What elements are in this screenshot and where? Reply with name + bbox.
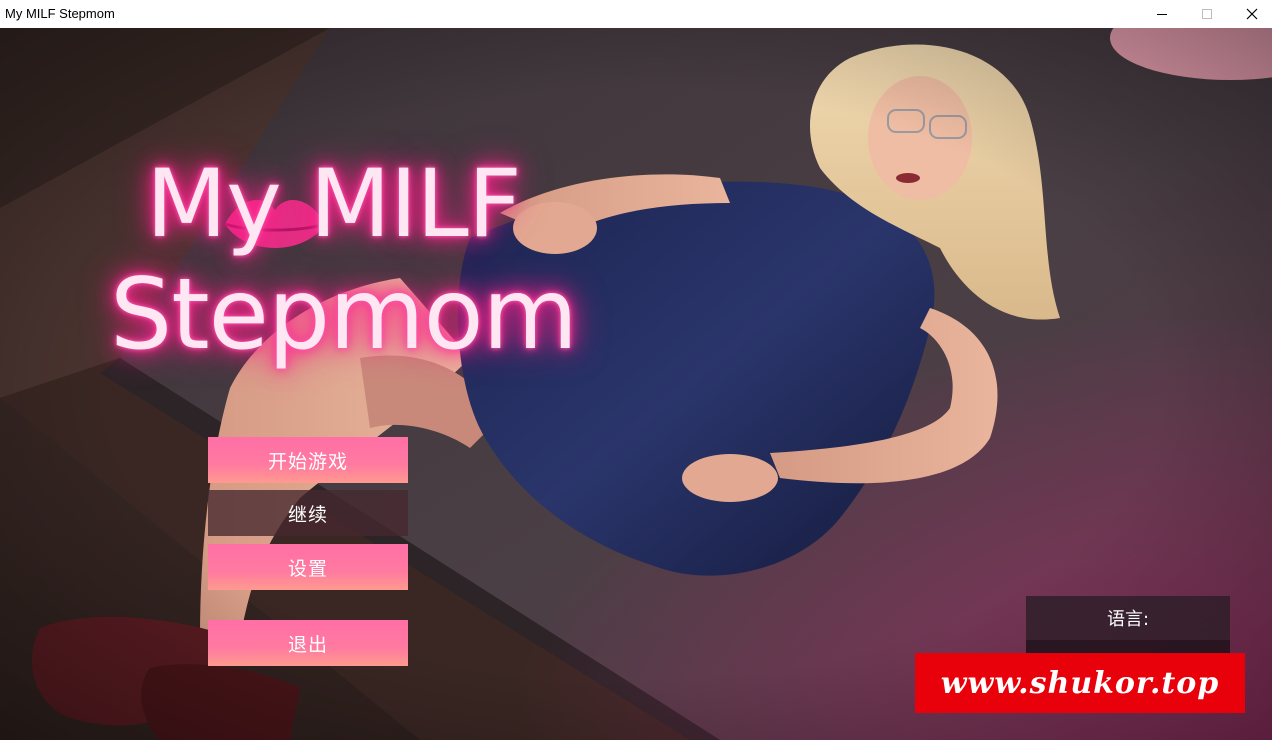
- title-bar: My MILF Stepmom: [0, 0, 1272, 28]
- game-main-menu: My MILF Stepmom 开始游戏 继续 设置 退出 语言: www.sh…: [0, 28, 1272, 740]
- app-window: My MILF Stepmom My MILF Stepmom 开始游戏 继续 …: [0, 0, 1272, 740]
- continue-button[interactable]: 继续: [208, 490, 408, 536]
- logo-title-line2: Stepmom: [110, 258, 578, 372]
- maximize-button[interactable]: [1184, 0, 1230, 28]
- minimize-icon: [1157, 14, 1167, 15]
- watermark-text: www.shukor.top: [940, 665, 1220, 701]
- language-panel: 语言:: [1026, 596, 1230, 640]
- logo-title-line1: My MILF: [146, 150, 522, 259]
- maximize-icon: [1202, 9, 1212, 19]
- minimize-button[interactable]: [1139, 0, 1185, 28]
- start-game-button[interactable]: 开始游戏: [208, 437, 408, 483]
- settings-button[interactable]: 设置: [208, 544, 408, 590]
- game-logo: My MILF Stepmom: [108, 146, 578, 396]
- close-button[interactable]: [1229, 0, 1272, 28]
- language-label: 语言:: [1106, 609, 1150, 630]
- quit-button[interactable]: 退出: [208, 620, 408, 666]
- window-title: My MILF Stepmom: [5, 6, 115, 21]
- watermark-banner: www.shukor.top: [915, 653, 1245, 713]
- close-icon: [1246, 8, 1258, 20]
